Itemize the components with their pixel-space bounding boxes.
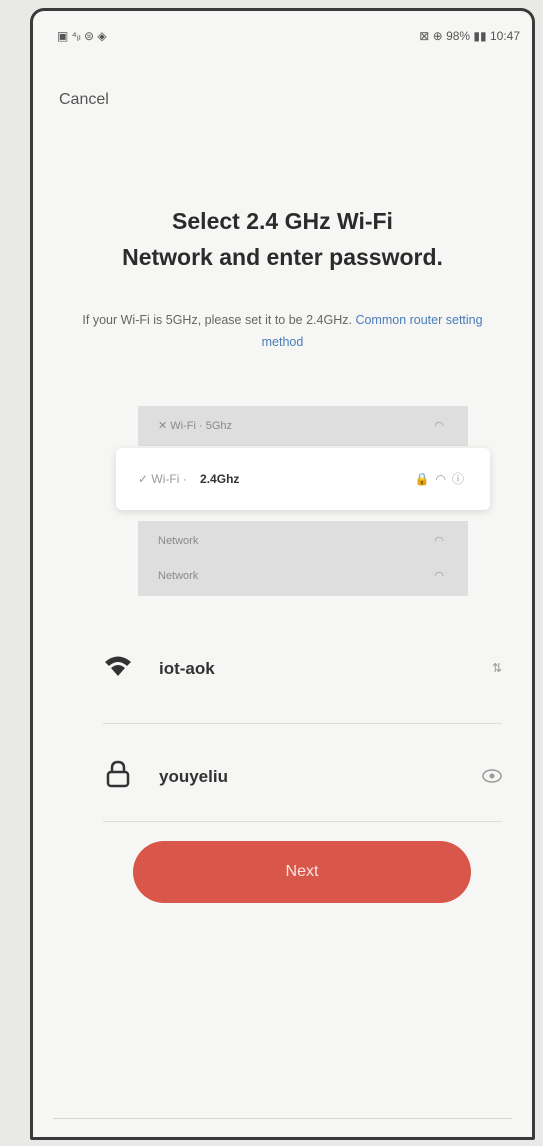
- illustration-row-5g: ✕ Wi-Fi · 5Ghz ◠: [138, 406, 468, 446]
- status-left-icons: ▣ ⁴ᵢₗ ⊜ ◈: [57, 29, 107, 43]
- illustration-row-24g: ✓ Wi-Fi · 2.4Ghz 🔒◠ⓘ: [116, 448, 490, 510]
- wifi-icon: [103, 651, 133, 681]
- illustration-row-5g-label: ✕ Wi-Fi · 5Ghz: [158, 420, 232, 432]
- wifi-band-illustration: ✕ Wi-Fi · 5Ghz ◠ Network ◠ Network ◠ ✓ W…: [116, 406, 490, 601]
- title-line-2: Network and enter password.: [122, 244, 443, 270]
- illustration-active-band: 2.4Ghz: [200, 472, 240, 486]
- status-right-info: ⊠ ⊕ 98% ▮▮ 10:47: [419, 29, 520, 43]
- illustration-row-3: Network ◠: [138, 521, 468, 561]
- illustration-active-prefix: ✓ Wi-Fi ·: [138, 472, 187, 486]
- illustration-row-4-label: Network: [158, 570, 199, 582]
- switch-network-icon[interactable]: ⇅: [492, 661, 502, 675]
- ssid-field[interactable]: iot-aok ⇅: [103, 641, 502, 697]
- next-button[interactable]: Next: [133, 841, 471, 903]
- title-line-1: Select 2.4 GHz Wi-Fi: [172, 208, 393, 234]
- lock-wifi-info-icons: 🔒◠ⓘ: [414, 472, 470, 486]
- wifi-icon: ◠: [434, 570, 444, 582]
- subtitle-text: If your Wi-Fi is 5GHz, please set it to …: [82, 313, 352, 327]
- password-field[interactable]: youyeliu: [103, 749, 502, 805]
- status-bar: ▣ ⁴ᵢₗ ⊜ ◈ ⊠ ⊕ 98% ▮▮ 10:47: [57, 27, 520, 49]
- wifi-icon: ◠: [434, 420, 444, 432]
- bottom-divider: [53, 1118, 512, 1119]
- illustration-row-4: Network ◠: [138, 556, 468, 596]
- ssid-value[interactable]: iot-aok: [159, 659, 215, 679]
- password-divider: [103, 821, 502, 822]
- page-title: Select 2.4 GHz Wi-Fi Network and enter p…: [53, 203, 512, 275]
- lock-icon: [103, 759, 133, 789]
- cancel-button[interactable]: Cancel: [59, 91, 109, 109]
- ssid-divider: [103, 723, 502, 724]
- eye-icon[interactable]: [482, 769, 502, 786]
- page-subtitle: If your Wi-Fi is 5GHz, please set it to …: [73, 309, 492, 353]
- illustration-row-3-label: Network: [158, 535, 199, 547]
- phone-screen: ▣ ⁴ᵢₗ ⊜ ◈ ⊠ ⊕ 98% ▮▮ 10:47 Cancel Select…: [30, 8, 535, 1140]
- password-value[interactable]: youyeliu: [159, 767, 228, 787]
- wifi-icon: ◠: [434, 535, 444, 547]
